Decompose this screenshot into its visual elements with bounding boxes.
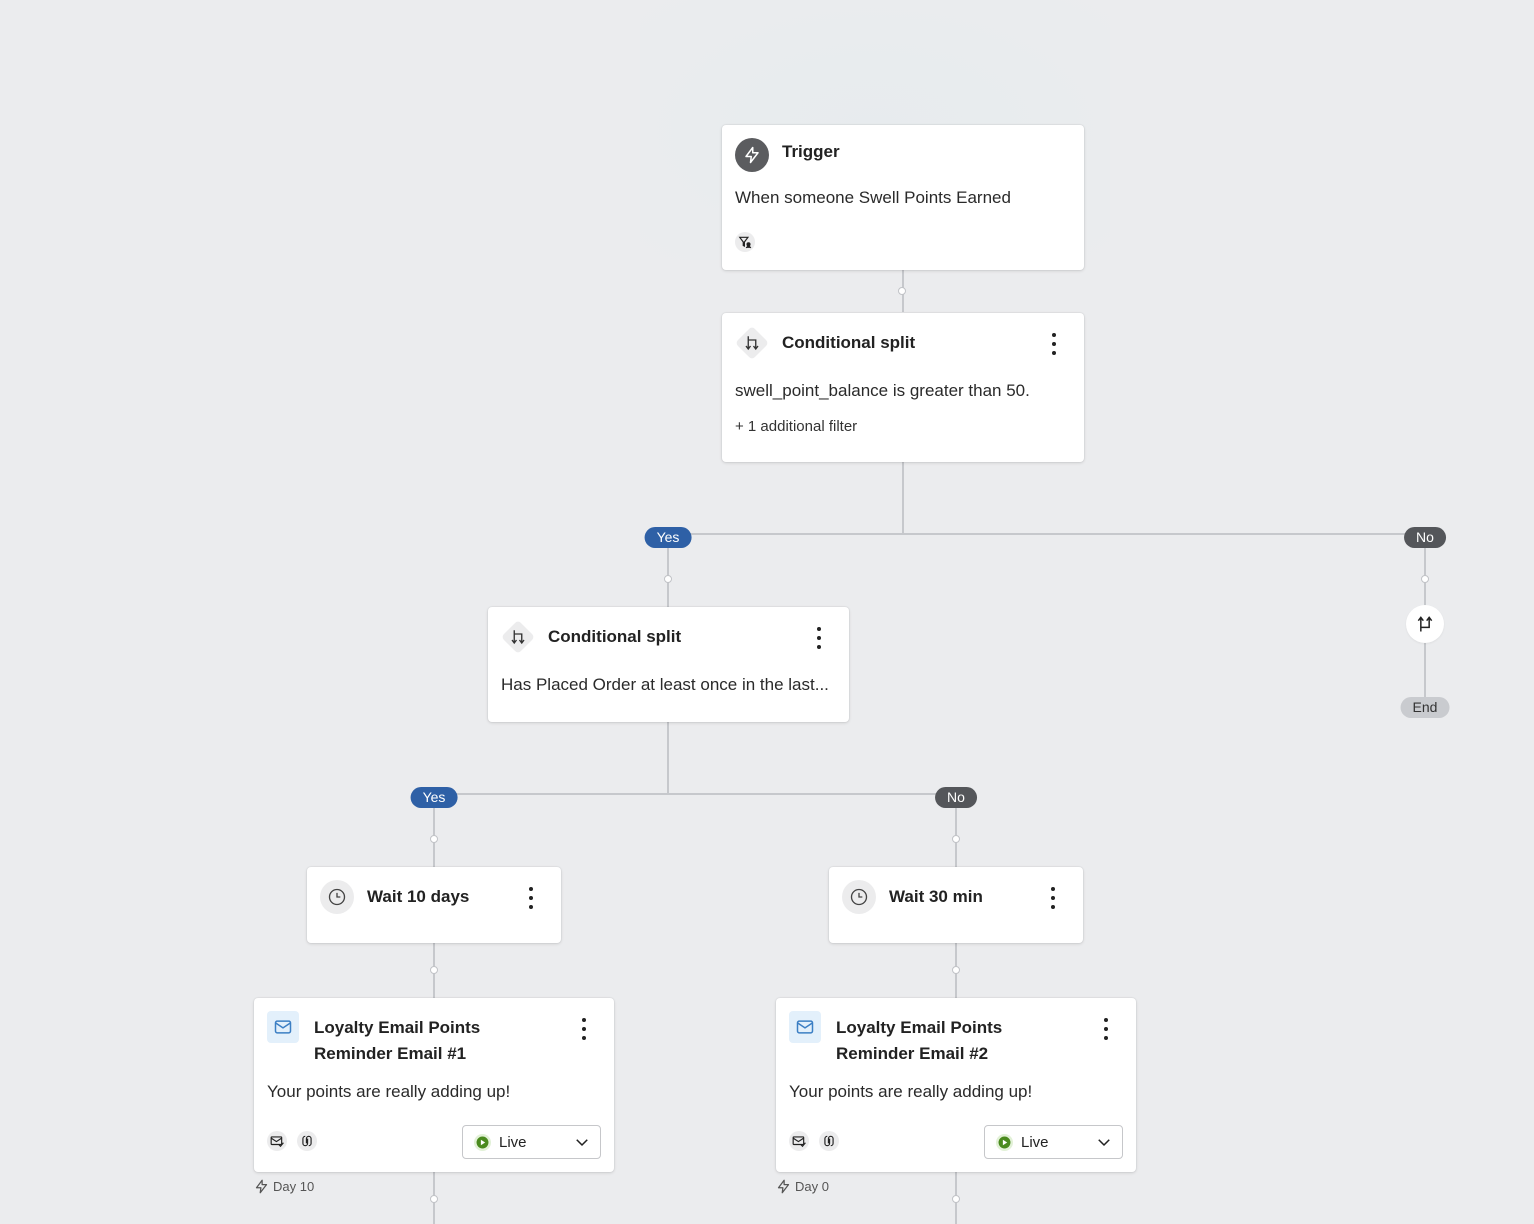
chevron-down-icon: [576, 1139, 588, 1147]
split-title: Conditional split: [548, 627, 682, 646]
email-title-line1: Loyalty Email Points: [836, 1018, 1003, 1037]
split-icon: [501, 620, 535, 654]
split-merge-icon[interactable]: [1406, 605, 1444, 643]
add-step-dot[interactable]: [1421, 575, 1429, 583]
wait-title: Wait 10 days: [367, 887, 470, 906]
day-label-text: Day 0: [795, 1179, 829, 1194]
email-card[interactable]: Loyalty Email Points Reminder Email #1 Y…: [254, 998, 614, 1172]
email-icon: [267, 1011, 299, 1043]
more-options-button[interactable]: [1045, 887, 1061, 909]
add-step-dot[interactable]: [952, 835, 960, 843]
status-label: Live: [1021, 1133, 1049, 1151]
clock-icon: [842, 880, 876, 914]
no-branch-label: No: [935, 787, 977, 808]
more-options-button[interactable]: [1046, 333, 1062, 355]
conditional-split-card[interactable]: Conditional split swell_point_balance is…: [722, 313, 1084, 462]
live-status-icon: [996, 1133, 1013, 1151]
split-condition: swell_point_balance is greater than 50.: [735, 381, 1030, 400]
yes-branch-label: Yes: [644, 527, 692, 548]
wait-title: Wait 30 min: [889, 887, 983, 906]
wait-card[interactable]: Wait 10 days: [307, 867, 561, 943]
live-status-icon: [474, 1133, 491, 1151]
filter-profile-icon[interactable]: [735, 232, 755, 252]
clock-icon: [320, 880, 354, 914]
conditional-split-card[interactable]: Conditional split Has Placed Order at le…: [488, 607, 849, 722]
email-title: Loyalty Email Points Reminder Email #2: [836, 1015, 1002, 1067]
split-title: Conditional split: [782, 333, 916, 352]
wait-card[interactable]: Wait 30 min: [829, 867, 1083, 943]
end-label: End: [1400, 697, 1450, 718]
status-label: Live: [499, 1133, 527, 1151]
email-icon: [789, 1011, 821, 1043]
add-step-dot[interactable]: [898, 287, 906, 295]
add-step-dot[interactable]: [430, 966, 438, 974]
connector: [902, 462, 904, 534]
chevron-down-icon: [1098, 1139, 1110, 1147]
email-subject: Your points are really adding up!: [267, 1082, 511, 1101]
day-indicator: Day 10: [254, 1179, 314, 1194]
add-step-dot[interactable]: [430, 1195, 438, 1203]
more-options-button[interactable]: [576, 1018, 592, 1040]
lightning-icon: [255, 1179, 268, 1194]
email-title: Loyalty Email Points Reminder Email #1: [314, 1015, 480, 1067]
day-label-text: Day 10: [273, 1179, 315, 1194]
more-options-button[interactable]: [811, 627, 827, 649]
email-check-icon[interactable]: [267, 1131, 287, 1151]
lightning-icon: [735, 138, 769, 172]
email-card[interactable]: Loyalty Email Points Reminder Email #2 Y…: [776, 998, 1136, 1172]
more-options-button[interactable]: [523, 887, 539, 909]
email-title-line1: Loyalty Email Points: [314, 1018, 481, 1037]
yes-branch-label: Yes: [410, 787, 458, 808]
additional-filter-link[interactable]: + 1 additional filter: [735, 418, 857, 435]
add-step-dot[interactable]: [952, 966, 960, 974]
branch-connector: [668, 533, 1425, 535]
lightning-icon: [777, 1179, 790, 1194]
email-subject: Your points are really adding up!: [789, 1082, 1033, 1101]
email-title-line2: Reminder Email #1: [314, 1044, 467, 1063]
email-check-icon[interactable]: [789, 1131, 809, 1151]
connector: [667, 722, 669, 794]
day-indicator: Day 0: [776, 1179, 829, 1194]
add-step-dot[interactable]: [430, 835, 438, 843]
trigger-title: Trigger: [782, 142, 840, 161]
branch-connector: [434, 793, 956, 795]
trigger-description: When someone Swell Points Earned: [735, 188, 1011, 207]
add-step-dot[interactable]: [664, 575, 672, 583]
split-icon: [735, 326, 769, 360]
link-icon[interactable]: [297, 1131, 317, 1151]
more-options-button[interactable]: [1098, 1018, 1114, 1040]
add-step-dot[interactable]: [952, 1195, 960, 1203]
trigger-card[interactable]: Trigger When someone Swell Points Earned: [722, 125, 1084, 270]
flow-canvas[interactable]: Trigger When someone Swell Points Earned…: [0, 0, 1534, 1224]
link-icon[interactable]: [819, 1131, 839, 1151]
status-dropdown[interactable]: Live: [984, 1125, 1123, 1159]
email-title-line2: Reminder Email #2: [836, 1044, 989, 1063]
split-condition: Has Placed Order at least once in the la…: [501, 675, 829, 694]
no-branch-label: No: [1404, 527, 1446, 548]
status-dropdown[interactable]: Live: [462, 1125, 601, 1159]
